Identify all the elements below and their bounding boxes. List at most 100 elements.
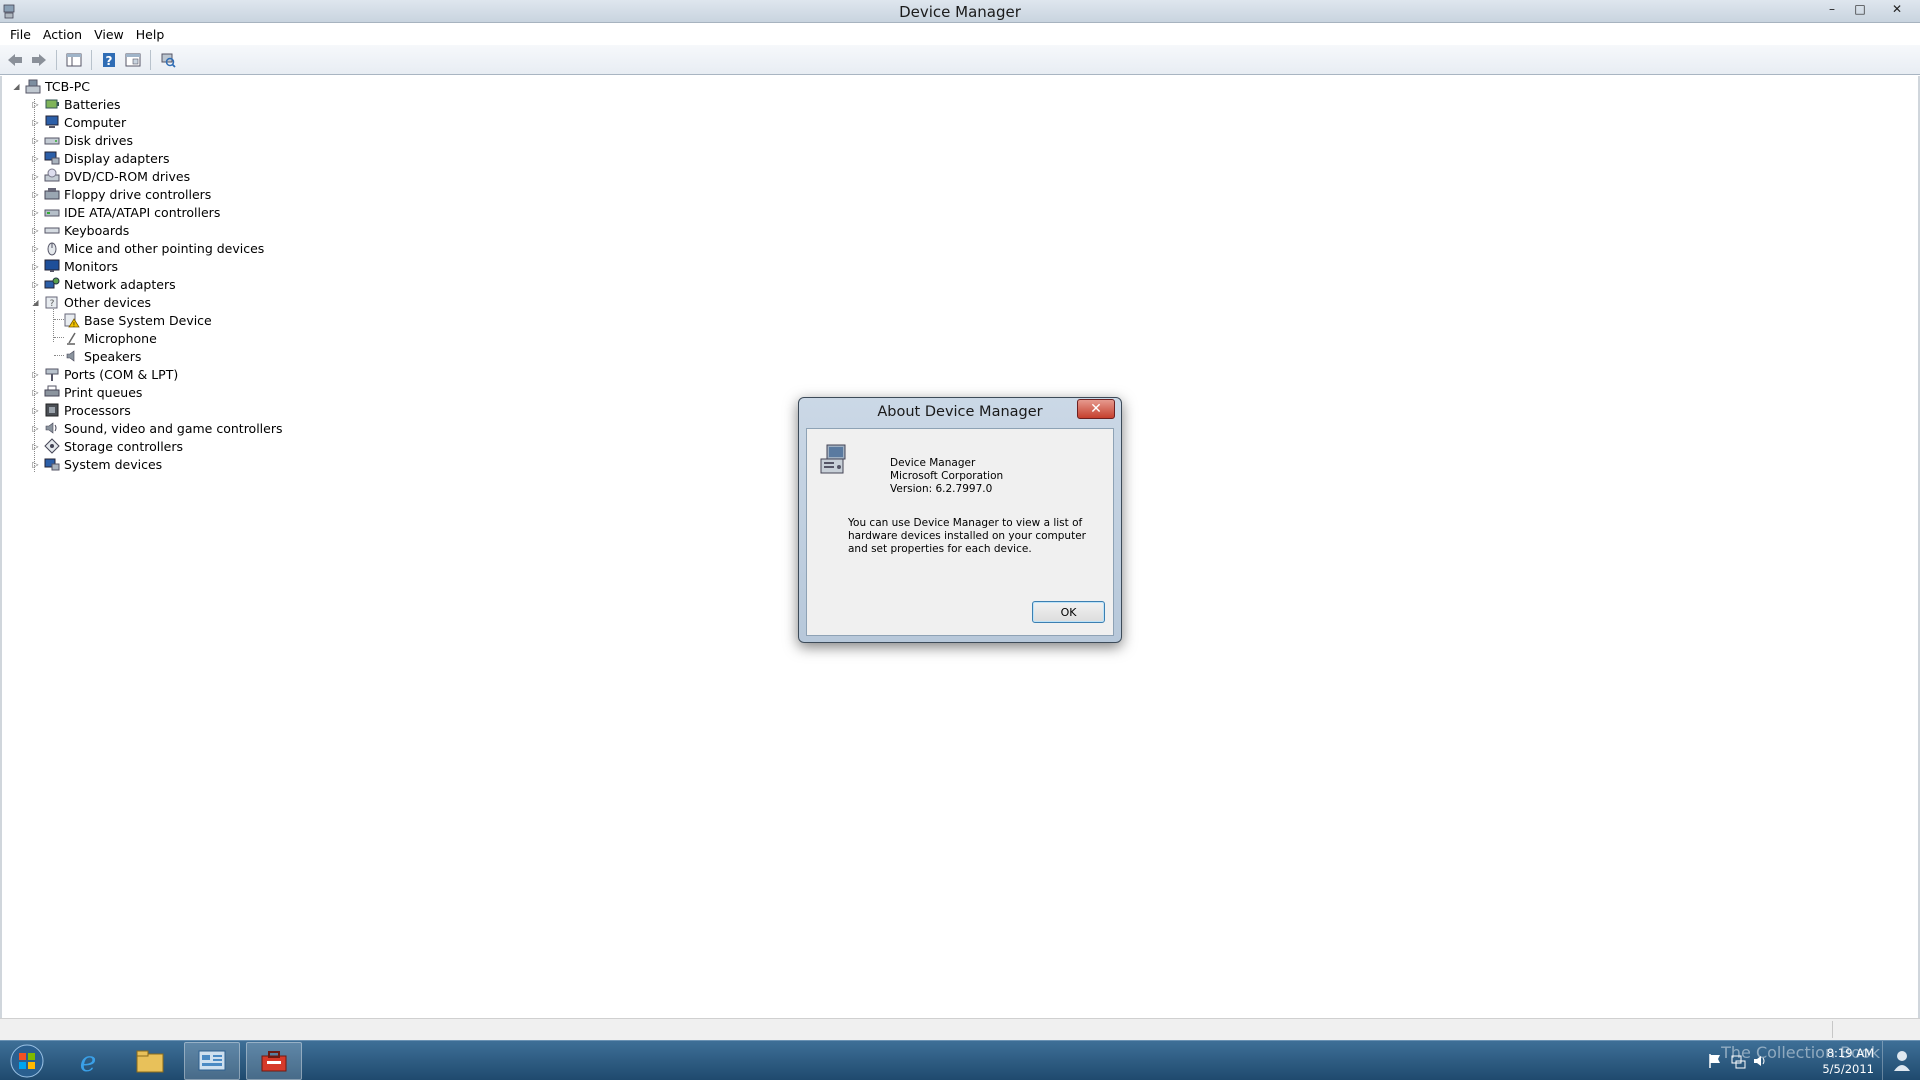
tree-category-floppy-controllers[interactable]: ▷ Floppy drive controllers — [31, 185, 211, 203]
tree-label: Display adapters — [64, 150, 170, 166]
tree-label: System devices — [64, 456, 163, 472]
forward-button[interactable] — [28, 49, 50, 71]
expand-arrow-icon[interactable]: ▷ — [31, 388, 40, 397]
tree-category-processors[interactable]: ▷ Processors — [31, 401, 130, 419]
expand-arrow-icon[interactable]: ▷ — [31, 154, 40, 163]
tree-category-other-devices[interactable]: ◢ ? Other devices — [31, 293, 151, 311]
status-bar-divider — [1832, 1021, 1833, 1038]
tree-label: IDE ATA/ATAPI controllers — [64, 204, 221, 220]
expand-arrow-icon[interactable]: ▷ — [31, 244, 40, 253]
toolbar: ? — [0, 45, 1920, 75]
about-dialog: About Device Manager ✕ Device Manager Mi… — [798, 397, 1122, 643]
dialog-product-name: Device Manager — [890, 457, 976, 469]
speaker-icon — [66, 350, 75, 362]
tree-category-computer[interactable]: ▷ Computer — [31, 113, 126, 131]
taskbar-file-explorer[interactable] — [122, 1042, 178, 1080]
minimize-button[interactable]: – — [1818, 0, 1846, 18]
tree-root-label: TCB-PC — [45, 78, 90, 94]
expand-arrow-icon[interactable]: ▷ — [31, 262, 40, 271]
expand-arrow-icon[interactable]: ▷ — [31, 280, 40, 289]
tree-category-batteries[interactable]: ▷ Batteries — [31, 95, 120, 113]
tree-label: Storage controllers — [64, 438, 184, 454]
toolbar-separator — [91, 49, 92, 70]
tree-category-network-adapters[interactable]: ▷ Network adapters — [31, 275, 176, 293]
printer-icon — [44, 385, 60, 397]
sound-icon — [45, 422, 57, 434]
show-desktop-button[interactable] — [1882, 1041, 1920, 1080]
expand-arrow-icon[interactable]: ▷ — [31, 460, 40, 469]
tree-label: DVD/CD-ROM drives — [64, 168, 191, 184]
dialog-company: Microsoft Corporation — [890, 470, 1004, 482]
tree-category-keyboards[interactable]: ▷ Keyboards — [31, 221, 129, 239]
expand-arrow-icon[interactable]: ▷ — [31, 424, 40, 433]
tree-label: Base System Device — [84, 312, 212, 328]
dialog-close-button[interactable]: ✕ — [1077, 399, 1115, 419]
collapse-arrow-icon[interactable]: ◢ — [31, 298, 40, 307]
tree-category-monitors[interactable]: ▷ Monitors — [31, 257, 118, 275]
svg-text:?: ? — [50, 299, 55, 309]
menu-file[interactable]: File — [4, 27, 37, 42]
expand-arrow-icon[interactable]: ▷ — [31, 136, 40, 145]
properties-button[interactable] — [122, 49, 144, 71]
file-explorer-icon — [136, 1050, 164, 1073]
scan-hardware-button[interactable] — [157, 49, 179, 71]
mouse-icon — [47, 242, 57, 256]
window-title: Device Manager — [899, 3, 1021, 21]
tree-connector — [54, 337, 64, 338]
taskbar-control-panel[interactable] — [184, 1042, 240, 1080]
disk-drive-icon — [44, 137, 60, 145]
tree-category-dvd-drives[interactable]: ▷ DVD/CD-ROM drives — [31, 167, 190, 185]
menu-help[interactable]: Help — [130, 27, 171, 42]
collapse-arrow-icon[interactable]: ◢ — [12, 82, 21, 91]
clock-time: 8:19 AM — [1826, 1046, 1874, 1060]
taskbar-internet-explorer[interactable]: e — [60, 1042, 116, 1080]
tree-label: Print queues — [64, 384, 143, 400]
tree-root-node[interactable]: ◢ TCB-PC — [12, 77, 90, 95]
back-button[interactable] — [4, 49, 26, 71]
tree-category-storage-controllers[interactable]: ▷ Storage controllers — [31, 437, 183, 455]
expand-arrow-icon[interactable]: ▷ — [31, 172, 40, 181]
tree-category-ports[interactable]: ▷ Ports (COM & LPT) — [31, 365, 178, 383]
network-icon[interactable] — [1730, 1053, 1746, 1069]
tree-category-disk-drives[interactable]: ▷ Disk drives — [31, 131, 133, 149]
tree-category-display-adapters[interactable]: ▷ Display adapters — [31, 149, 169, 167]
tree-category-system-devices[interactable]: ▷ System devices — [31, 455, 162, 473]
show-hide-console-tree-icon — [66, 53, 82, 66]
expand-arrow-icon[interactable]: ▷ — [31, 208, 40, 217]
storage-controller-icon — [44, 438, 60, 454]
tree-label: Floppy drive controllers — [64, 186, 212, 202]
flag-icon[interactable] — [1708, 1053, 1722, 1069]
volume-icon[interactable] — [1752, 1053, 1768, 1069]
expand-arrow-icon[interactable]: ▷ — [31, 442, 40, 451]
tree-device-base-system-device[interactable]: ! Base System Device — [64, 311, 212, 329]
back-icon — [8, 53, 22, 66]
expand-arrow-icon[interactable]: ▷ — [31, 226, 40, 235]
start-button[interactable] — [4, 1042, 50, 1080]
show-hide-console-tree-button[interactable] — [63, 49, 85, 71]
ok-button[interactable]: OK — [1032, 601, 1105, 623]
network-adapter-icon — [44, 277, 60, 289]
help-button[interactable]: ? — [98, 49, 120, 71]
tree-label: Network adapters — [64, 276, 176, 292]
tree-category-ide-controllers[interactable]: ▷ IDE ATA/ATAPI controllers — [31, 203, 220, 221]
close-button[interactable]: ✕ — [1874, 0, 1920, 18]
expand-arrow-icon[interactable]: ▷ — [31, 406, 40, 415]
tree-label: Mice and other pointing devices — [64, 240, 265, 256]
clock[interactable]: 8:19 AM 5/5/2011 — [1794, 1045, 1874, 1077]
expand-arrow-icon[interactable]: ▷ — [31, 370, 40, 379]
tree-device-speakers[interactable]: Speakers — [64, 347, 141, 365]
menu-action[interactable]: Action — [37, 27, 88, 42]
system-tray: The Collection Book 8:19 AM 5/5/2011 — [1660, 1041, 1920, 1080]
expand-arrow-icon[interactable]: ▷ — [31, 118, 40, 127]
taskbar-device-manager[interactable] — [246, 1042, 302, 1080]
menu-view[interactable]: View — [88, 27, 130, 42]
tree-device-microphone[interactable]: Microphone — [64, 329, 157, 347]
help-icon: ? — [103, 52, 115, 68]
ide-controller-icon — [44, 209, 60, 217]
tree-category-print-queues[interactable]: ▷ Print queues — [31, 383, 142, 401]
expand-arrow-icon[interactable]: ▷ — [31, 190, 40, 199]
tree-category-sound[interactable]: ▷ Sound, video and game controllers — [31, 419, 282, 437]
tree-category-mice[interactable]: ▷ Mice and other pointing devices — [31, 239, 264, 257]
maximize-button[interactable]: □ — [1846, 0, 1874, 18]
expand-arrow-icon[interactable]: ▷ — [31, 100, 40, 109]
